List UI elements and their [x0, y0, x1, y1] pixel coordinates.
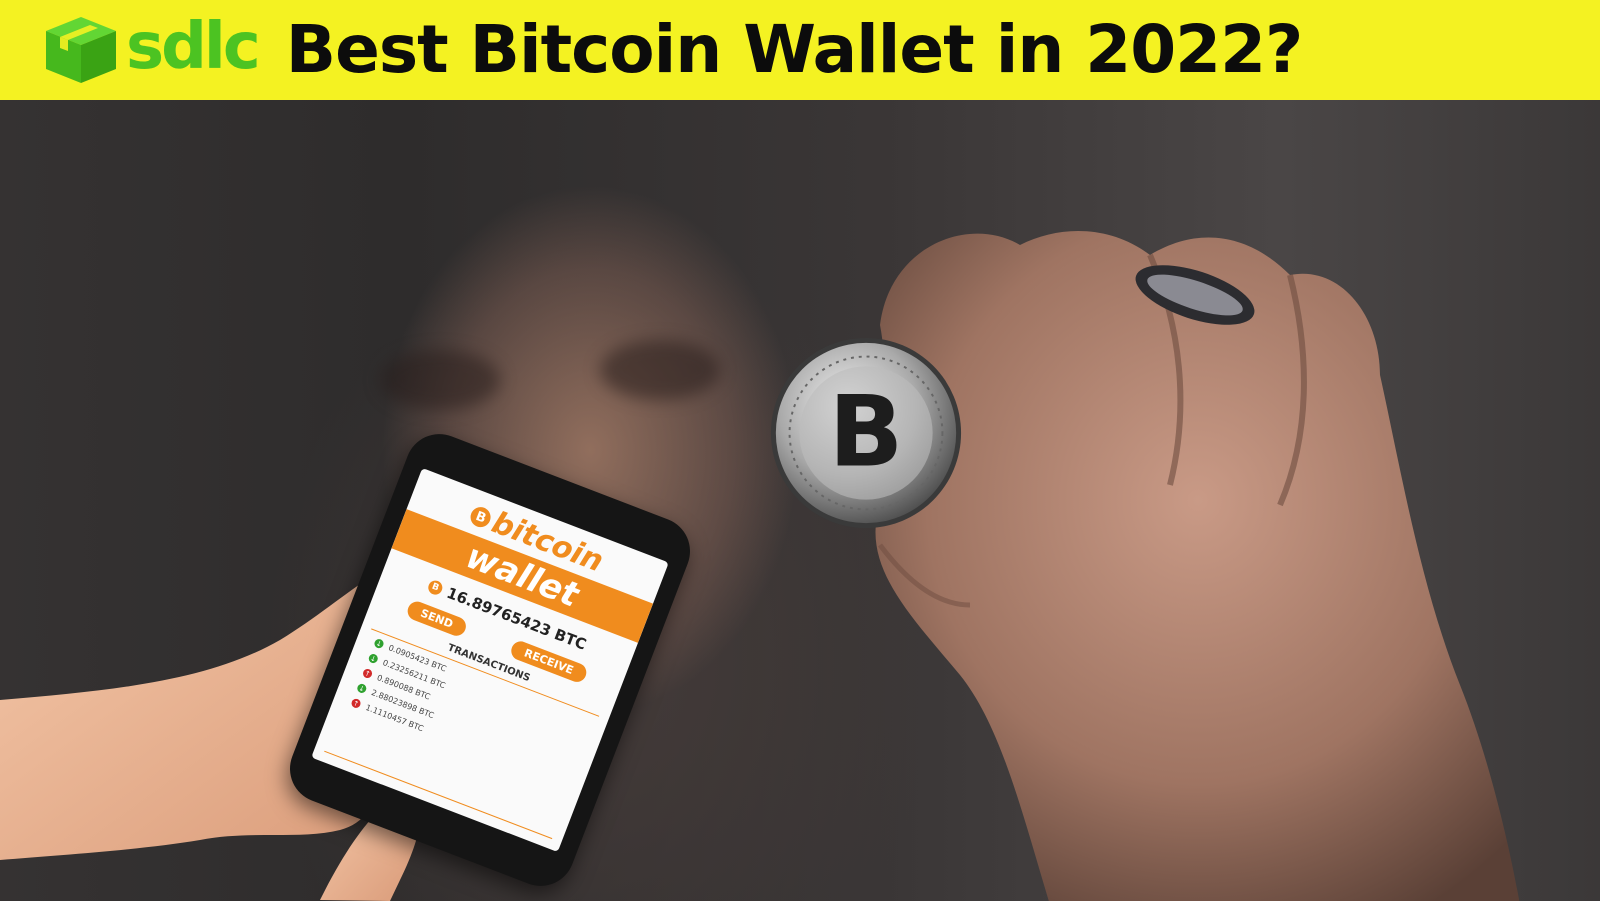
title-banner: sdlc Best Bitcoin Wallet in 2022? [0, 0, 1600, 100]
incoming-arrow-icon: ↓ [373, 637, 385, 650]
balance-bitcoin-icon: B [426, 578, 445, 597]
outgoing-arrow-icon: ↑ [361, 667, 374, 680]
page-title: Best Bitcoin Wallet in 2022? [285, 11, 1303, 88]
blurred-eye-right [600, 340, 720, 400]
bitcoin-logo-icon: B [468, 504, 494, 531]
right-hand-image [875, 231, 1520, 901]
cube-logo-icon [46, 17, 116, 83]
logo-text: sdlc [126, 10, 261, 84]
incoming-arrow-icon: ↓ [367, 652, 380, 665]
outgoing-arrow-icon: ↑ [350, 697, 362, 710]
bitcoin-coin-image: B [770, 337, 962, 529]
incoming-arrow-icon: ↓ [355, 682, 368, 695]
blurred-eye-left [380, 350, 500, 410]
sdlc-logo: sdlc [42, 10, 261, 85]
thumbnail: sdlc Best Bitcoin Wallet in 2022? B B bi… [0, 0, 1600, 901]
coin-bitcoin-symbol: B [829, 375, 904, 489]
